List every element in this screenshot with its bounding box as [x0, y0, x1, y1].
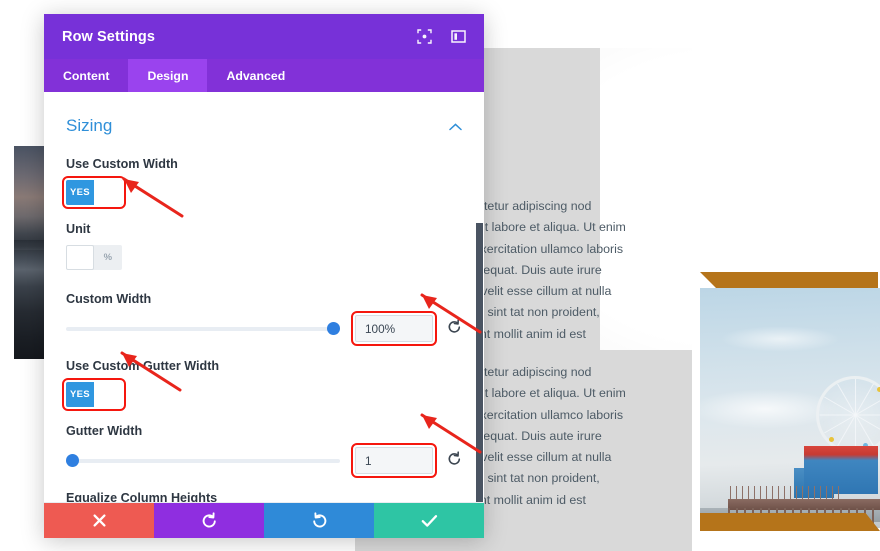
screenshot-root: or sit amet, consectetur adipiscing nod … [0, 0, 880, 551]
slider-gutter-width-track [66, 458, 340, 463]
reset-custom-width-icon[interactable] [447, 319, 462, 338]
field-custom-width: Custom Width 100% [66, 292, 462, 346]
toggle-unit-value: % [103, 252, 113, 263]
label-unit: Unit [66, 222, 91, 236]
field-gutter-width: Gutter Width 1 [66, 424, 462, 478]
focus-target-icon[interactable] [417, 29, 432, 44]
background-photo-right [700, 288, 880, 528]
custom-width-controls: 100% [66, 311, 462, 346]
redo-button[interactable] [264, 503, 374, 538]
toggle-use-custom-width[interactable]: YES [62, 176, 126, 209]
field-unit: Unit % [66, 222, 462, 275]
layout-panel-icon[interactable] [451, 29, 466, 44]
label-use-custom-gutter-width: Use Custom Gutter Width [66, 359, 220, 373]
cancel-button[interactable] [44, 503, 154, 538]
page-title: Row Settings [62, 28, 156, 45]
row-settings-modal: Row Settings Content Design Advanced Siz… [44, 14, 484, 538]
sizing-section-header: Sizing [66, 92, 462, 140]
pier-railing [730, 486, 840, 499]
field-equalize-column-heights: Equalize Column Heights NO [66, 491, 462, 502]
modal-header: Row Settings [44, 14, 484, 59]
input-gutter-width-value[interactable]: 1 [351, 443, 437, 478]
field-use-custom-gutter-width: Use Custom Gutter Width YES [62, 359, 462, 411]
modal-header-icons [417, 29, 466, 44]
modal-tabs: Content Design Advanced [44, 59, 484, 92]
field-use-custom-width: Use Custom Width YES [62, 157, 462, 209]
label-use-custom-width: Use Custom Width [66, 157, 178, 171]
slider-gutter-width-knob[interactable] [66, 454, 79, 467]
modal-scrollbar[interactable] [475, 92, 484, 502]
reset-gutter-width-icon[interactable] [447, 451, 462, 470]
toggle-use-custom-gutter-width-value: YES [70, 389, 90, 400]
modal-footer-actions [44, 502, 484, 538]
gutter-width-controls: 1 [66, 443, 462, 478]
decorative-band-top [700, 272, 878, 288]
toggle-use-custom-gutter-width[interactable]: YES [62, 378, 126, 411]
toggle-unit[interactable]: % [66, 245, 122, 270]
toggle-use-custom-width-value: YES [70, 187, 90, 198]
chevron-up-icon[interactable] [449, 120, 462, 133]
pier-cloud-upper [720, 326, 840, 353]
slider-gutter-width[interactable] [66, 450, 340, 472]
toggle-unit-knob [66, 245, 94, 270]
tab-design[interactable]: Design [128, 59, 208, 92]
modal-scrollbar-thumb[interactable] [476, 223, 483, 502]
tab-advanced[interactable]: Advanced [207, 59, 304, 92]
label-equalize-column-heights: Equalize Column Heights [66, 491, 218, 502]
toggle-use-custom-width-knob [94, 180, 122, 205]
undo-button[interactable] [154, 503, 264, 538]
input-custom-width-value[interactable]: 100% [351, 311, 437, 346]
label-gutter-width: Gutter Width [66, 424, 143, 438]
slider-custom-width-track [66, 326, 340, 331]
save-button[interactable] [374, 503, 484, 538]
tab-content[interactable]: Content [44, 59, 128, 92]
sizing-section-title: Sizing [66, 116, 113, 135]
decorative-band-bottom [700, 513, 880, 531]
slider-custom-width-knob[interactable] [327, 322, 340, 335]
modal-body: Sizing Use Custom Width YES Unit % Custo… [44, 92, 484, 502]
slider-custom-width[interactable] [66, 318, 340, 340]
label-custom-width: Custom Width [66, 292, 152, 306]
toggle-use-custom-gutter-width-knob [94, 382, 122, 407]
